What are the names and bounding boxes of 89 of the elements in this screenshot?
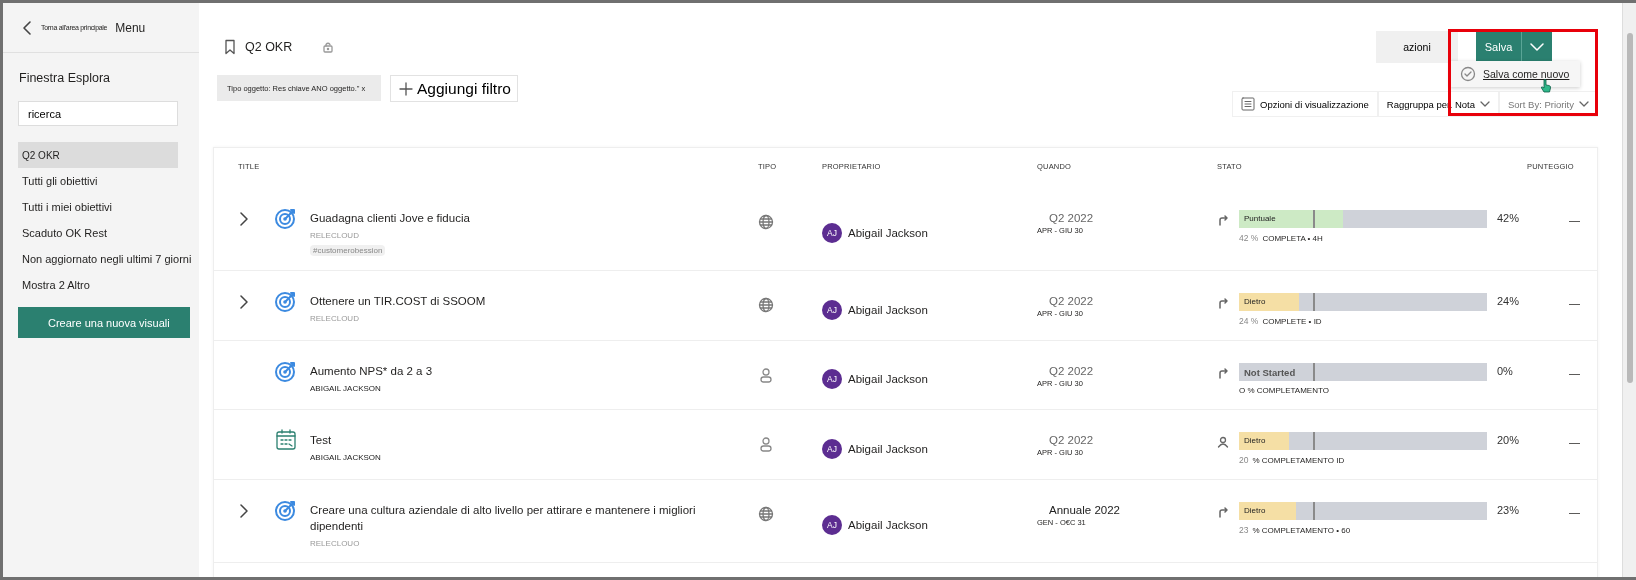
nav-item[interactable]: Non aggiornato negli ultimi 7 giorni: [18, 246, 196, 272]
turn-arrow-icon: [1217, 506, 1229, 518]
completion-text: COMPLETE • ID: [1262, 317, 1322, 326]
objective-subtitle: ABIGAIL JACKSON: [310, 384, 382, 393]
target-icon: [274, 498, 298, 522]
completion-percent: 20: [1239, 455, 1249, 465]
turn-arrow-icon: [1217, 297, 1229, 309]
period: Q2 2022: [1049, 212, 1094, 224]
period: Annuale 2022: [1049, 504, 1120, 516]
objective-subtitle: RELECLOUO: [310, 539, 361, 548]
nav-item[interactable]: Mostra 2 Altro: [18, 272, 178, 298]
objective-title[interactable]: Ottenere un TIR.COST di SSOOM: [310, 293, 486, 309]
menu-label[interactable]: Menu: [115, 20, 146, 35]
turn-arrow-icon: [1217, 214, 1229, 226]
completion-text: COMPLETA • 4H: [1262, 234, 1323, 243]
add-filter-button[interactable]: Aggiungi filtro: [390, 75, 518, 102]
person-icon: [1217, 436, 1229, 448]
progress-percent: 0%: [1497, 364, 1514, 377]
completion-percent: 42 %: [1239, 233, 1259, 243]
save-as-new-item[interactable]: Salva come nuovo: [1483, 68, 1570, 80]
chevron-down-icon: [1480, 100, 1490, 108]
avatar: AJ: [822, 369, 842, 389]
objective-subtitle: RELECLOUD: [310, 314, 360, 323]
turn-arrow-icon: [1217, 367, 1229, 379]
score: —: [1568, 296, 1581, 311]
globe-icon: [758, 297, 774, 313]
completion-text: O % COMPLETAMENTO: [1239, 386, 1329, 395]
completion-percent: 23: [1239, 525, 1249, 535]
objective-title[interactable]: Creare una cultura aziendale di alto livello per attirare e mantenere i migliori dipendenti: [310, 502, 700, 534]
objective-title[interactable]: Test: [310, 432, 381, 448]
status-label: Not Started: [1244, 367, 1296, 378]
globe-icon: [758, 214, 774, 230]
person-icon: [758, 436, 774, 452]
progress-percent: 24%: [1497, 294, 1521, 307]
check-circle-icon: [1460, 66, 1476, 82]
objective-title[interactable]: Guadagna clienti Jove e fiducia: [310, 210, 470, 226]
objective-title[interactable]: Aumento NPS* da 2 a 3: [310, 363, 433, 379]
search-field[interactable]: ricerca: [18, 101, 178, 126]
target-icon: [274, 206, 298, 230]
owner-name: Abigail Jackson: [848, 227, 928, 239]
progress-percent: 23%: [1497, 503, 1521, 516]
score: —: [1568, 505, 1581, 520]
globe-icon: [758, 506, 774, 522]
avatar: AJ: [822, 299, 842, 320]
nav-item[interactable]: Tutti gli obiettivi: [18, 168, 178, 194]
progress-percent: 42%: [1497, 211, 1521, 224]
nav-item[interactable]: Scaduto OK Rest: [18, 220, 178, 246]
list-icon: [1241, 97, 1255, 111]
progress-percent: 20%: [1497, 433, 1521, 446]
avatar: AJ: [822, 223, 842, 243]
chevron-down-icon: [1530, 42, 1544, 52]
objective-subtitle: ABIGAIL JACKSON: [310, 453, 381, 462]
score: —: [1568, 366, 1581, 381]
avatar: AJ: [822, 438, 842, 459]
period: Q2 2022: [1049, 365, 1094, 377]
nav-item[interactable]: Q2 OKR: [18, 142, 178, 168]
period: Q2 2022: [1049, 434, 1094, 446]
completion-text: % COMPLETAMENTO • 60: [1252, 526, 1351, 535]
bookmark-icon: [223, 39, 237, 55]
status-label: Puntuale: [1244, 214, 1276, 223]
objective-subtitle: RELECLOUD: [310, 231, 360, 240]
owner-name: Abigail Jackson: [848, 373, 928, 385]
plus-icon: [399, 81, 413, 96]
hand-cursor-icon: [1540, 79, 1552, 93]
chevron-down-icon: [1579, 100, 1589, 108]
score: —: [1568, 435, 1581, 450]
target-icon: [274, 359, 298, 383]
person-icon: [758, 367, 774, 383]
score: —: [1568, 213, 1581, 228]
status-label: Dietro: [1244, 297, 1266, 306]
calendar-icon: [274, 428, 298, 452]
view-options-button[interactable]: Opzioni di visualizzazione: [1232, 91, 1378, 117]
back-icon: [21, 19, 33, 36]
sidebar-title: Finestra Esplora: [19, 71, 111, 85]
completion-percent: 24 %: [1239, 316, 1259, 326]
completion-text: % COMPLETAMENTO ID: [1252, 456, 1345, 465]
owner-name: Abigail Jackson: [848, 519, 928, 531]
owner-name: Abigail Jackson: [848, 303, 928, 316]
period: Q2 2022: [1049, 295, 1094, 307]
actions-button[interactable]: azioni: [1376, 31, 1458, 63]
status-label: Dietro: [1244, 506, 1266, 515]
owner-name: Abigail Jackson: [848, 442, 928, 455]
create-view-button[interactable]: Creare una nuova visuali: [18, 307, 190, 338]
view-title: Q2 OKR: [245, 40, 293, 54]
target-icon: [274, 289, 298, 313]
status-label: Dietro: [1244, 436, 1266, 445]
avatar: AJ: [822, 515, 842, 535]
nav-item[interactable]: Tutti i miei obiettivi: [18, 194, 178, 220]
lock-icon: [322, 41, 335, 53]
